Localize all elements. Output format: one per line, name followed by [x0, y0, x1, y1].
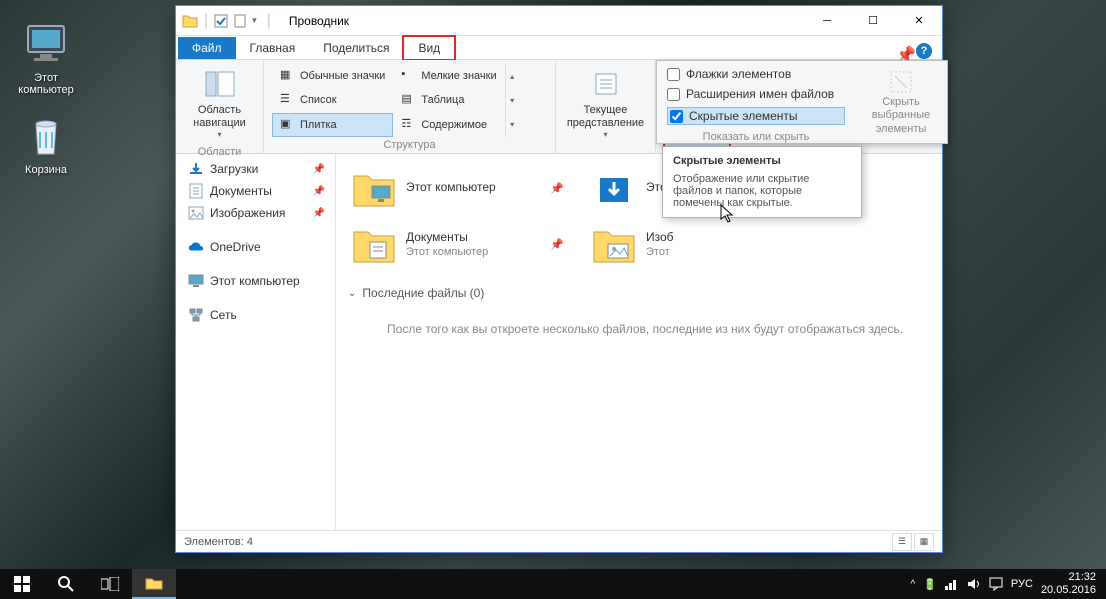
close-button[interactable]: ✕	[896, 6, 942, 36]
pin-icon: 📌	[313, 208, 331, 219]
sidebar-item-this-pc[interactable]: Этот компьютер	[184, 270, 335, 292]
tab-view[interactable]: Вид	[403, 36, 455, 60]
show-hide-popup: Флажки элементов Расширения имен файлов …	[656, 60, 948, 144]
layout-picker[interactable]: ▦Обычные значки ▪Мелкие значки ▴ ☰Список…	[272, 64, 519, 137]
recent-files-empty: После того как вы откроете несколько фай…	[348, 310, 942, 348]
layout-table[interactable]: ▤Таблица	[393, 88, 504, 112]
sidebar-item-documents[interactable]: Документы📌	[184, 180, 335, 202]
tray-chevron-icon[interactable]: ^	[911, 579, 916, 590]
doc-icon[interactable]	[234, 14, 246, 28]
desktop-icon-this-pc[interactable]: Этот компьютер	[8, 20, 84, 96]
desktop-icon-label: Этот компьютер	[18, 72, 73, 96]
downloads-icon	[188, 161, 204, 177]
folder-icon	[182, 13, 198, 29]
desktop-icon-label: Корзина	[25, 164, 67, 176]
tooltip-body: Отображение или скрытие файлов и папок, …	[673, 173, 851, 209]
battery-icon[interactable]: 🔋	[923, 578, 937, 591]
maximize-button[interactable]: ☐	[850, 6, 896, 36]
pc-icon	[188, 273, 204, 289]
sidebar-item-network[interactable]: Сеть	[184, 304, 335, 326]
chevron-down-icon[interactable]: ▾	[252, 15, 257, 26]
window-title: Проводник	[289, 14, 349, 28]
desktop-icon-recycle-bin[interactable]: Корзина	[8, 112, 84, 176]
hide-selected-button: Скрыть выбранные элементы	[855, 61, 947, 143]
thumbnails-view-button[interactable]: ▦	[914, 533, 934, 551]
task-view-button[interactable]	[88, 569, 132, 599]
tab-share[interactable]: Поделиться	[309, 37, 403, 59]
tiles-icon: ▣	[280, 117, 296, 133]
tab-main[interactable]: Главная	[236, 37, 310, 59]
statusbar: Элементов: 4 ☰ ▦	[176, 530, 942, 552]
pin-icon[interactable]: 📌	[896, 45, 908, 57]
documents-folder-icon	[352, 222, 396, 266]
tooltip-title: Скрытые элементы	[673, 155, 851, 167]
explorer-window: | ▾ | Проводник ─ ☐ ✕ Файл Главная Подел…	[175, 5, 943, 553]
recent-files-header[interactable]: ⌄ Последние файлы (0)	[348, 286, 942, 300]
navigation-pane-button[interactable]: Область навигации ▾	[184, 64, 255, 144]
downloads-folder-icon	[592, 166, 636, 210]
layout-medium-icons[interactable]: ▦Обычные значки	[272, 64, 393, 88]
content-icon: ☶	[401, 117, 417, 133]
sidebar[interactable]: Загрузки📌 Документы📌 Изображения📌 OneDri…	[176, 154, 336, 530]
vertical-divider: |	[267, 12, 271, 30]
layout-tiles[interactable]: ▣Плитка	[272, 113, 393, 137]
pin-icon: 📌	[550, 182, 564, 195]
item-checkboxes-toggle[interactable]: Флажки элементов	[667, 67, 845, 81]
titlebar[interactable]: | ▾ | Проводник ─ ☐ ✕	[176, 6, 942, 36]
clock[interactable]: 21:32 20.05.2016	[1041, 571, 1096, 597]
sidebar-item-pictures[interactable]: Изображения📌	[184, 202, 335, 224]
pin-icon: 📌	[550, 238, 564, 251]
file-extensions-toggle[interactable]: Расширения имен файлов	[667, 87, 845, 101]
table-icon: ▤	[401, 92, 417, 108]
pin-icon: 📌	[313, 186, 331, 197]
ribbon: Область навигации ▾ Области ▦Обычные зна…	[176, 60, 942, 154]
search-button[interactable]	[44, 569, 88, 599]
small-icons-icon: ▪	[401, 68, 417, 84]
pin-icon: 📌	[313, 164, 331, 175]
checkbox-icon[interactable]	[214, 14, 228, 28]
help-icon[interactable]: ?	[916, 43, 932, 59]
taskbar[interactable]: ^ 🔋 РУС 21:32 20.05.2016	[0, 569, 1106, 599]
volume-icon[interactable]	[967, 578, 981, 590]
minimize-button[interactable]: ─	[804, 6, 850, 36]
onedrive-icon	[188, 239, 204, 255]
folder-tile-pictures[interactable]: ИзобЭтот 📌	[588, 216, 678, 272]
sidebar-item-onedrive[interactable]: OneDrive	[184, 236, 335, 258]
details-view-button[interactable]: ☰	[892, 533, 912, 551]
network-icon	[188, 307, 204, 323]
layout-content[interactable]: ☶Содержимое	[393, 113, 504, 137]
qat-separator: |	[204, 12, 208, 30]
action-center-icon[interactable]	[989, 577, 1003, 591]
tab-file[interactable]: Файл	[178, 37, 236, 59]
pc-folder-icon	[352, 166, 396, 210]
start-button[interactable]	[0, 569, 44, 599]
group-label: Области	[184, 144, 255, 158]
current-view-icon	[590, 68, 622, 100]
current-view-button[interactable]: Текущее представление ▾	[559, 64, 652, 144]
navigation-pane-icon	[204, 68, 236, 100]
popup-section-label: Показать или скрыть	[667, 131, 845, 143]
pc-icon	[22, 20, 70, 68]
pictures-icon	[188, 205, 204, 221]
folder-tile-this-pc[interactable]: Этот компьютер 📌	[348, 160, 568, 216]
medium-icons-icon: ▦	[280, 68, 296, 84]
ribbon-tabs: Файл Главная Поделиться Вид 📌 ?	[176, 36, 942, 60]
documents-icon	[188, 183, 204, 199]
group-label: Структура	[272, 137, 547, 151]
network-tray-icon[interactable]	[945, 578, 959, 590]
hidden-items-tooltip: Скрытые элементы Отображение или скрытие…	[662, 146, 862, 218]
layout-small-icons[interactable]: ▪Мелкие значки	[393, 64, 504, 88]
folder-tile-documents[interactable]: ДокументыЭтот компьютер 📌	[348, 216, 568, 272]
recycle-bin-icon	[22, 112, 70, 160]
pictures-folder-icon	[592, 222, 636, 266]
layout-list[interactable]: ☰Список	[272, 88, 393, 112]
sidebar-item-downloads[interactable]: Загрузки📌	[184, 158, 335, 180]
list-icon: ☰	[280, 92, 296, 108]
chevron-down-icon: ⌄	[348, 288, 356, 299]
language-indicator[interactable]: РУС	[1011, 578, 1033, 590]
hide-selected-icon	[887, 68, 915, 96]
item-count: Элементов: 4	[184, 536, 253, 548]
explorer-taskbar-button[interactable]	[132, 569, 176, 599]
hidden-items-toggle[interactable]: Скрытые элементы	[667, 107, 845, 125]
